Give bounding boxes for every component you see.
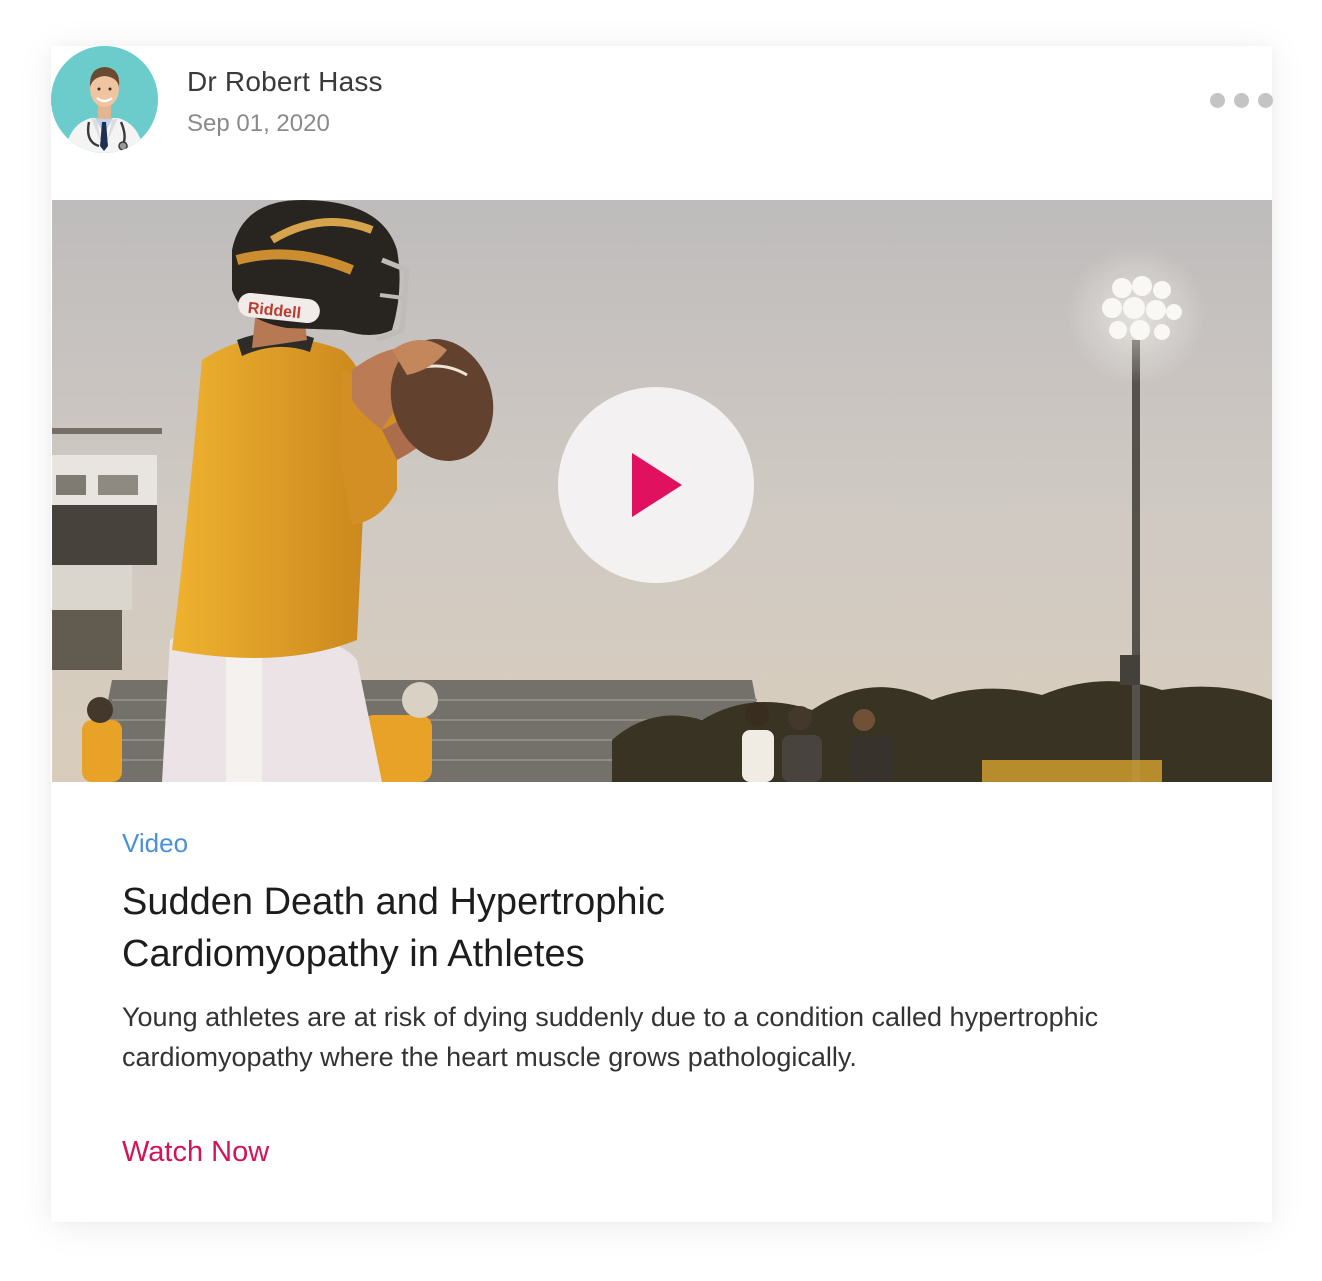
author-avatar[interactable]: [51, 46, 158, 153]
play-icon: [632, 453, 682, 517]
post-date: Sep 01, 2020: [187, 110, 330, 137]
more-horizontal-icon: [1210, 92, 1225, 108]
video-thumbnail[interactable]: Riddell: [52, 200, 1272, 782]
watch-now-link[interactable]: Watch Now: [122, 1136, 269, 1169]
doctor-avatar-icon: [51, 46, 158, 153]
post-title[interactable]: Sudden Death and Hypertrophic Cardiomyop…: [122, 876, 842, 980]
more-options-button[interactable]: [1203, 86, 1273, 114]
post-description: Young athletes are at risk of dying sudd…: [122, 1002, 1099, 1072]
author-name[interactable]: Dr Robert Hass: [187, 66, 383, 98]
video-post-card: Dr Robert Hass Sep 01, 2020 Riddell Vide…: [51, 46, 1273, 1222]
more-horizontal-icon: [1234, 92, 1249, 108]
more-horizontal-icon: [1258, 92, 1273, 108]
category-label: Video: [122, 828, 189, 858]
play-button[interactable]: [558, 387, 754, 583]
